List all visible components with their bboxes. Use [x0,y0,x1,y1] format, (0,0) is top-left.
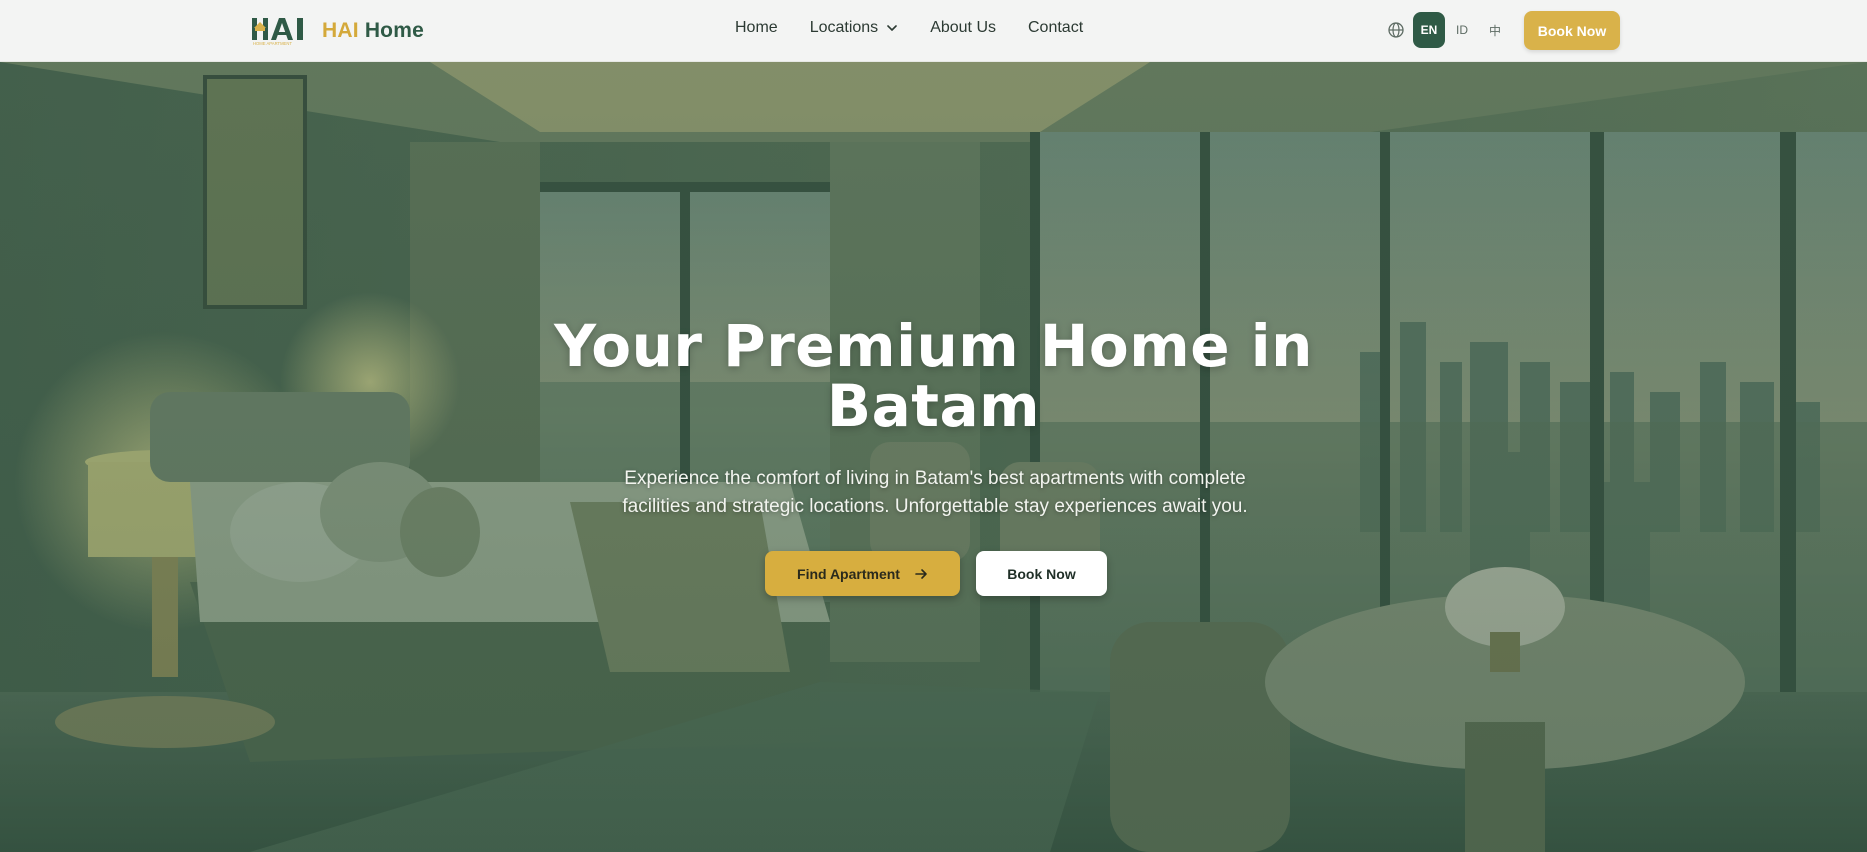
language-switcher: EN ID 中 [1387,12,1511,48]
hero-section: Your Premium Home in Batam Experience th… [0,62,1867,852]
lang-option-id[interactable]: ID [1446,12,1478,48]
logo-mark: HOME APARTMENT [252,16,310,46]
hero-title-line2: Batam [826,372,1041,440]
brand-name-home: Home [364,19,424,42]
header-book-button[interactable]: Book Now [1524,11,1620,50]
hero-subtitle: Experience the comfort of living in Bata… [622,468,1248,517]
find-apartment-label: Find Apartment [797,565,900,582]
nav-item-about[interactable]: About Us [930,19,996,37]
nav-item-label: About Us [930,19,996,36]
brand-name-hai: HAI [322,19,359,42]
main-nav: Home Locations About Us Contact [735,19,1115,37]
nav-item-label: Locations [809,19,879,36]
brand-name: HAI Home [322,19,424,43]
nav-item-label: Home [735,19,778,36]
nav-item-label: Contact [1028,19,1084,36]
hero-title-line1: Your Premium Home in [554,312,1313,380]
arrow-right-icon [914,567,928,581]
nav-item-locations[interactable]: Locations [810,19,899,37]
hero-overlay [0,62,1867,852]
lang-option-zh[interactable]: 中 [1479,12,1511,48]
brand-logo[interactable]: HOME APARTMENT HAI Home [252,16,424,46]
logo-mark-subtext: HOME APARTMENT [253,41,292,46]
hero-book-button[interactable]: Book Now [976,551,1107,596]
logo-mark-graphic: HOME APARTMENT [252,18,303,46]
site-header: HOME APARTMENT HAI Home Home Locations A… [0,0,1867,62]
nav-item-contact[interactable]: Contact [1028,19,1083,37]
nav-item-home[interactable]: Home [735,19,778,37]
lang-option-en[interactable]: EN [1413,12,1445,48]
find-apartment-button[interactable]: Find Apartment [765,551,960,596]
hero-cta-group: Find Apartment Book Now [765,551,1107,596]
chevron-down-icon [886,22,898,34]
globe-icon [1387,21,1405,39]
hero-title: Your Premium Home in Batam [0,316,1867,436]
